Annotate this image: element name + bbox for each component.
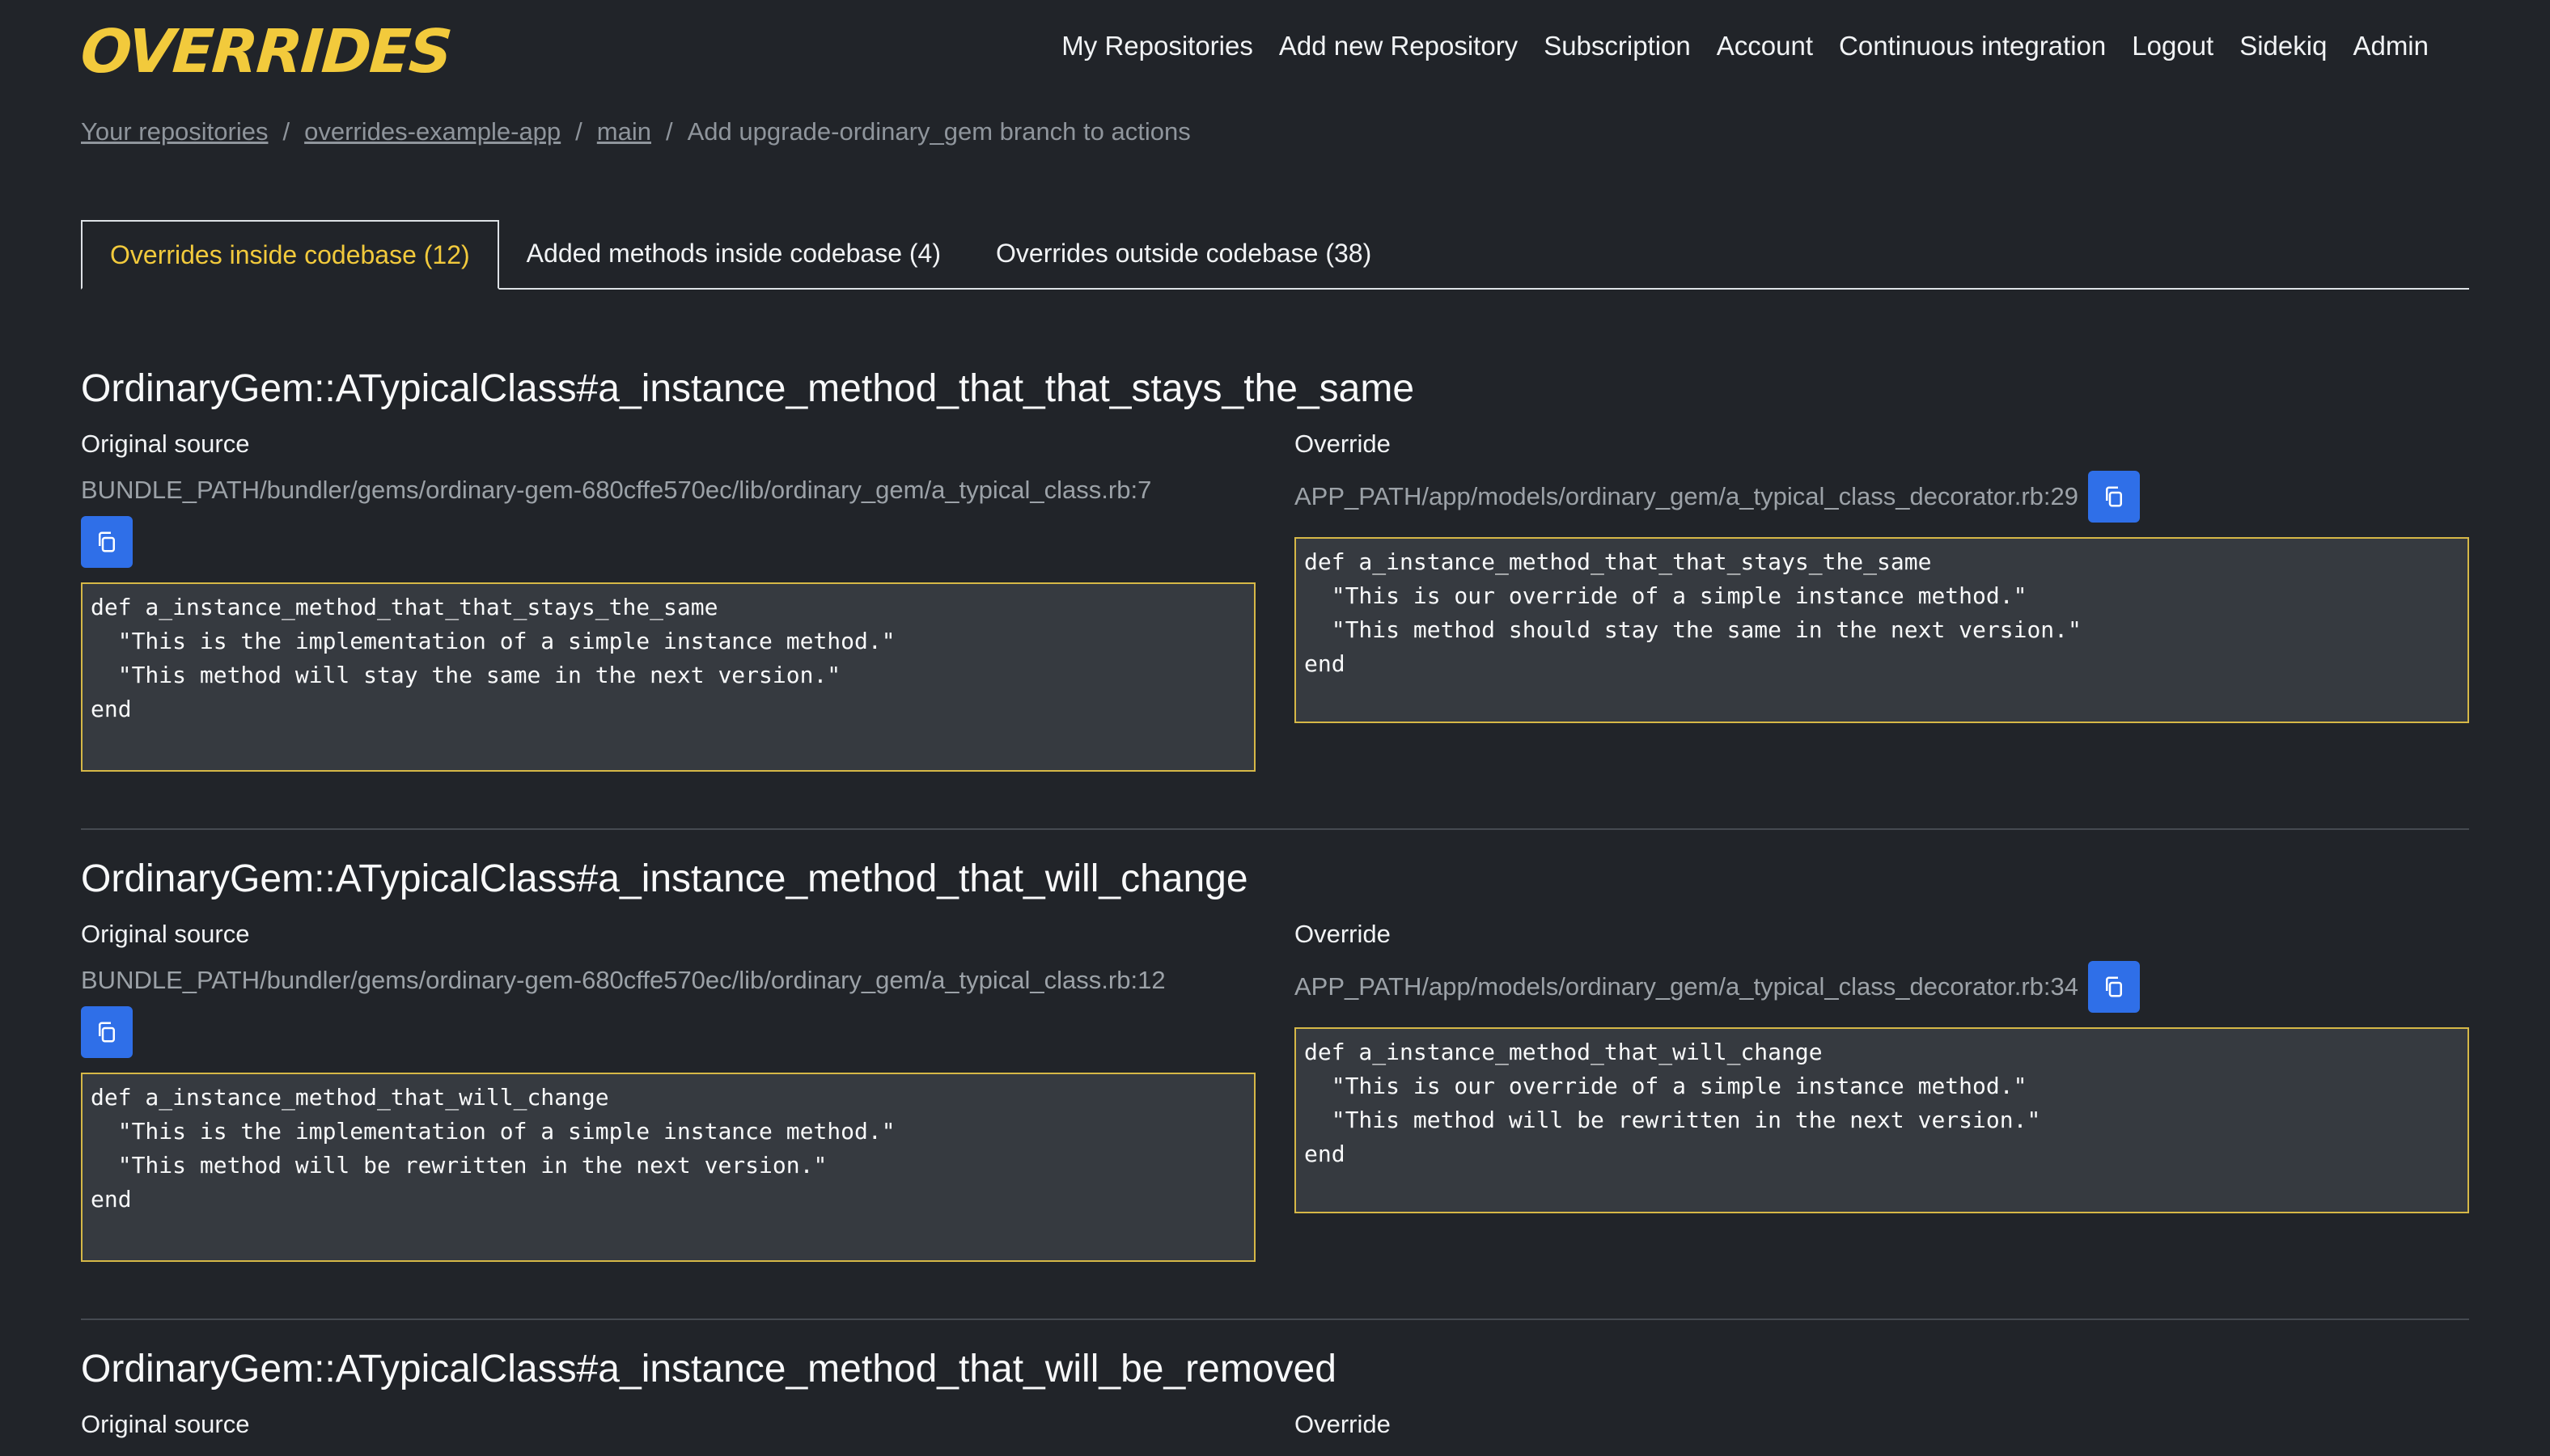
breadcrumb-separator: /: [575, 117, 582, 146]
original-path: BUNDLE_PATH/bundler/gems/ordinary-gem-68…: [81, 966, 1166, 994]
nav-account[interactable]: Account: [1717, 24, 1813, 68]
tabs: Overrides inside codebase (12) Added met…: [81, 220, 2469, 290]
tab-added-methods[interactable]: Added methods inside codebase (4): [499, 220, 968, 288]
method-title: OrdinaryGem::ATypicalClass#a_instance_me…: [81, 1348, 1336, 1390]
nav-add-repository[interactable]: Add new Repository: [1279, 24, 1518, 68]
nav-my-repositories[interactable]: My Repositories: [1061, 24, 1253, 68]
nav-continuous-integration[interactable]: Continuous integration: [1839, 24, 2106, 68]
breadcrumb-current: Add upgrade-ordinary_gem branch to actio…: [687, 117, 1191, 146]
copy-icon: [99, 1022, 115, 1043]
copy-icon: [2106, 976, 2123, 997]
nav-sidekiq[interactable]: Sidekiq: [2239, 24, 2327, 68]
copy-button[interactable]: [81, 516, 133, 568]
override-column: Override APP_PATH/app/models/ordinary_ge…: [1294, 914, 2469, 1213]
main-nav: My Repositories Add new Repository Subsc…: [1061, 24, 2429, 68]
nav-admin[interactable]: Admin: [2353, 24, 2429, 68]
header: OVERRIDES My Repositories Add new Reposi…: [78, 0, 2469, 105]
section-divider: [81, 828, 2469, 830]
override-code: def a_instance_method_that_that_stays_th…: [1294, 537, 2469, 723]
original-path: BUNDLE_PATH/bundler/gems/ordinary-gem-68…: [81, 476, 1152, 504]
override-label: Override: [1294, 430, 1391, 458]
section-divider: [81, 1318, 2469, 1320]
original-column: Original source BUNDLE_PATH/bundler/gems…: [81, 914, 1256, 1262]
override-section: OrdinaryGem::ATypicalClass#a_instance_me…: [81, 1341, 2469, 1438]
original-label: Original source: [81, 1410, 250, 1438]
breadcrumb-separator: /: [282, 117, 290, 146]
nav-logout[interactable]: Logout: [2132, 24, 2213, 68]
override-label: Override: [1294, 1410, 1391, 1438]
logo[interactable]: OVERRIDES: [78, 17, 453, 87]
override-column: Override APP_PATH/app/models/ordinary_ge…: [1294, 424, 2469, 723]
breadcrumb-app[interactable]: overrides-example-app: [304, 112, 561, 152]
override-label: Override: [1294, 920, 1391, 948]
copy-icon: [99, 531, 115, 552]
copy-button[interactable]: [2088, 471, 2141, 523]
tab-overrides-outside[interactable]: Overrides outside codebase (38): [968, 220, 1399, 288]
override-code: def a_instance_method_that_will_change "…: [1294, 1027, 2469, 1213]
original-code: def a_instance_method_that_will_change "…: [81, 1073, 1256, 1262]
override-section: OrdinaryGem::ATypicalClass#a_instance_me…: [81, 851, 2469, 1262]
breadcrumb-repositories[interactable]: Your repositories: [81, 112, 269, 152]
original-column: Original source BUNDLE_PATH/bundler/gems…: [81, 424, 1256, 772]
original-label: Original source: [81, 430, 250, 458]
copy-button[interactable]: [81, 1006, 133, 1058]
original-label: Original source: [81, 920, 250, 948]
override-section: OrdinaryGem::ATypicalClass#a_instance_me…: [81, 361, 2469, 772]
override-path: APP_PATH/app/models/ordinary_gem/a_typic…: [1294, 482, 2078, 510]
original-column: Original source: [81, 1404, 1256, 1445]
tab-overrides-inside[interactable]: Overrides inside codebase (12): [81, 220, 499, 290]
page: OVERRIDES My Repositories Add new Reposi…: [78, 0, 2469, 1438]
override-path: APP_PATH/app/models/ordinary_gem/a_typic…: [1294, 972, 2078, 1001]
method-title: OrdinaryGem::ATypicalClass#a_instance_me…: [81, 367, 1415, 410]
override-column: Override: [1294, 1404, 2469, 1445]
breadcrumb: Your repositories / overrides-example-ap…: [81, 112, 1191, 152]
breadcrumb-branch[interactable]: main: [597, 112, 651, 152]
breadcrumb-separator: /: [666, 117, 673, 146]
method-title: OrdinaryGem::ATypicalClass#a_instance_me…: [81, 857, 1248, 900]
nav-subscription[interactable]: Subscription: [1544, 24, 1691, 68]
copy-button[interactable]: [2088, 961, 2141, 1013]
copy-icon: [2106, 486, 2123, 507]
original-code: def a_instance_method_that_that_stays_th…: [81, 582, 1256, 772]
